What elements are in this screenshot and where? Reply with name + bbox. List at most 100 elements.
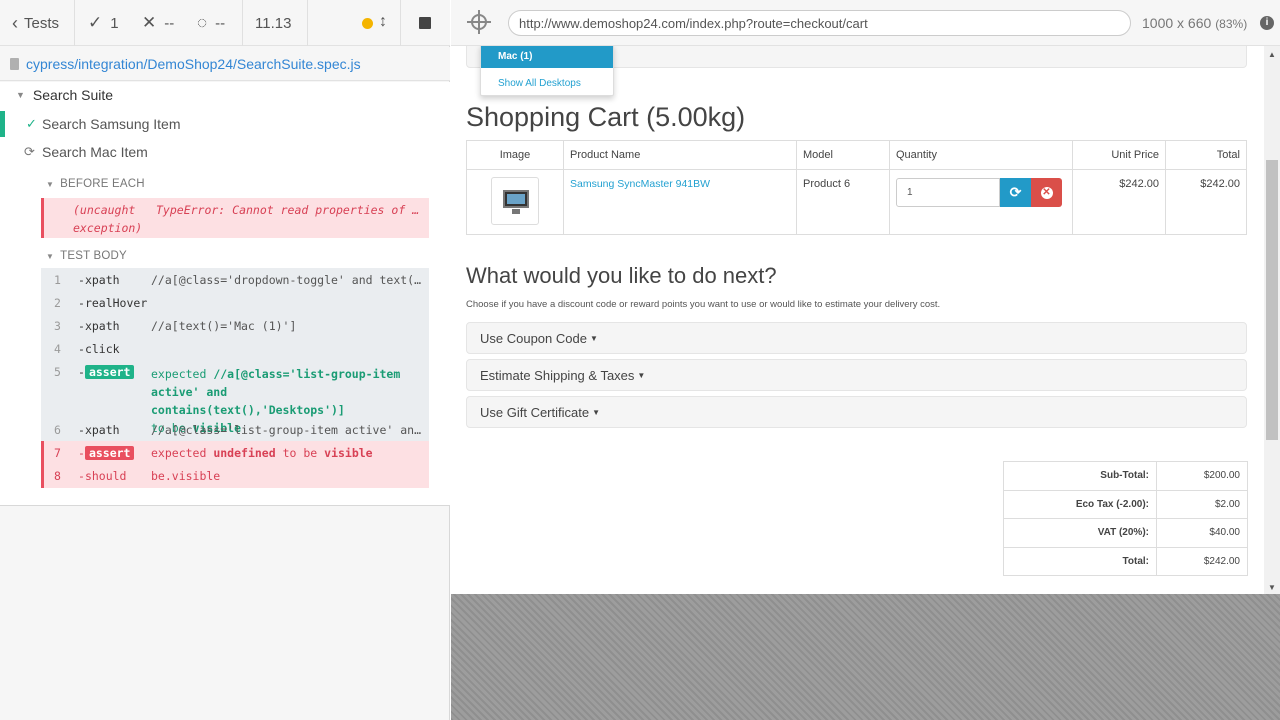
update-quantity-button[interactable]: ⟳ <box>1000 178 1031 207</box>
cart-table: Image Product Name Model Quantity Unit P… <box>466 140 1247 235</box>
command-number: 3 <box>54 319 61 333</box>
msg-part: to be <box>282 446 318 460</box>
quantity-input[interactable]: 1 <box>896 178 1000 207</box>
product-model: Product 6 <box>796 169 890 235</box>
chevron-left-icon: ‹ <box>12 12 18 33</box>
table-row: Samsung SyncMaster 941BW Product 6 1 ⟳ ✕… <box>466 169 1247 235</box>
msg-part: expected <box>151 446 207 460</box>
tests-back-button[interactable]: ‹ Tests <box>12 0 59 46</box>
spec-path-link[interactable]: cypress/integration/DemoShop24/SearchSui… <box>26 56 361 72</box>
command-number: 6 <box>54 423 61 437</box>
command-number: 4 <box>54 342 61 356</box>
desktops-dropdown: Mac (1) Show All Desktops <box>480 46 614 96</box>
reporter-panel: ‹ Tests ✓ 1 ✕ -- ◌ -- 11.13 ↕ cypress/in… <box>0 0 450 720</box>
totals-row: Eco Tax (-2.00): $2.00 <box>1003 489 1248 519</box>
column-header: Quantity <box>889 140 1073 170</box>
divider <box>74 0 75 46</box>
column-header: Unit Price <box>1072 140 1166 170</box>
product-name-link[interactable]: Samsung SyncMaster 941BW <box>570 178 710 190</box>
passed-indicator <box>0 111 5 137</box>
spec-path-bar: cypress/integration/DemoShop24/SearchSui… <box>0 47 450 81</box>
failed-count: -- <box>164 14 175 32</box>
scroll-down-icon[interactable]: ▼ <box>1268 583 1276 592</box>
suite-title[interactable]: ▼ Search Suite <box>16 87 113 103</box>
command-number: 5 <box>54 365 61 379</box>
error-kind: (uncaught exception) <box>73 201 153 237</box>
command-number: 1 <box>54 273 61 287</box>
tests-label: Tests <box>24 14 60 32</box>
product-thumbnail[interactable] <box>491 177 539 225</box>
command-number: 2 <box>54 296 61 310</box>
test-body-header[interactable]: ▼ TEST BODY <box>46 250 127 262</box>
iframe-scrollbar[interactable]: ▲ ▼ <box>1264 46 1280 594</box>
next-steps-heading: What would you like to do next? <box>466 263 777 288</box>
divider <box>307 0 308 46</box>
totals-label: Eco Tax (-2.00): <box>1003 489 1157 519</box>
totals-row: Total: $242.00 <box>1003 546 1248 576</box>
gift-certificate-panel-toggle[interactable]: Use Gift Certificate ▼ <box>466 396 1247 428</box>
file-icon <box>10 57 19 70</box>
msg-part: undefined <box>213 446 276 460</box>
before-each-label: BEFORE EACH <box>60 178 145 190</box>
totals-row: Sub-Total: $200.00 <box>1003 461 1248 491</box>
stats-bar: ‹ Tests ✓ 1 ✕ -- ◌ -- 11.13 ↕ <box>0 0 450 46</box>
pending-stat: ◌ -- <box>197 0 225 46</box>
panel-title: Use Coupon Code <box>480 331 587 346</box>
stop-button[interactable] <box>419 17 431 29</box>
viewport-overflow-area <box>451 594 1280 720</box>
totals-value: $40.00 <box>1156 518 1248 548</box>
totals-label: Total: <box>1003 546 1157 576</box>
test-title: Search Samsung Item <box>42 116 181 132</box>
totals-label: VAT (20%): <box>1003 518 1157 548</box>
unit-price: $242.00 <box>1072 169 1166 235</box>
shipping-panel-toggle[interactable]: Estimate Shipping & Taxes ▼ <box>466 359 1247 391</box>
passed-stat: ✓ 1 <box>88 0 119 46</box>
msg-part: active' and contains(text(),'Desktops')] <box>151 385 345 417</box>
totals-value: $242.00 <box>1156 546 1248 576</box>
command-name: xpath <box>84 273 120 287</box>
totals-value: $200.00 <box>1156 461 1248 491</box>
uncaught-exception-error[interactable]: (uncaught exception) TypeError: Cannot r… <box>41 198 429 238</box>
command-message: //a[text()='Mac (1)'] <box>151 319 297 333</box>
dropdown-item-mac[interactable]: Mac (1) <box>481 46 613 68</box>
caret-down-icon: ▼ <box>589 334 598 343</box>
msg-part: expected <box>151 367 207 381</box>
command-message: //a[@class='dropdown-toggle' and text()=… <box>151 273 423 287</box>
passed-count: 1 <box>110 14 119 32</box>
duration: 11.13 <box>255 14 292 32</box>
running-indicator-icon <box>362 18 373 29</box>
error-kind-line1: (uncaught <box>73 203 136 217</box>
url-bar[interactable]: http://www.demoshop24.com/index.php?rout… <box>508 10 1131 36</box>
viewport-info: 1000 x 660 (83%) <box>1142 15 1247 31</box>
column-header: Image <box>466 140 564 170</box>
assert-badge: assert <box>84 446 135 460</box>
command-row-assert-passed[interactable]: 5 - assert expected //a[@class='list-grou… <box>41 365 429 435</box>
scroll-up-icon[interactable]: ▲ <box>1268 50 1276 59</box>
quantity-cell: 1 ⟳ ✕ <box>889 169 1073 235</box>
divider <box>400 0 401 46</box>
command-row-failed[interactable]: 8 -should be.visible <box>41 464 429 488</box>
caret-down-icon: ▼ <box>592 408 601 417</box>
command-number: 8 <box>54 469 61 483</box>
show-all-desktops-link[interactable]: Show All Desktops <box>498 78 581 89</box>
divider <box>242 0 243 46</box>
test-item-running[interactable]: ⟳ Search Mac Item <box>0 139 450 165</box>
selector-playground-icon[interactable] <box>467 10 491 34</box>
table-header-row: Image Product Name Model Quantity Unit P… <box>466 140 1247 170</box>
test-item-passed[interactable]: ✓ Search Samsung Item <box>0 111 450 137</box>
check-icon: ✓ <box>88 13 103 32</box>
aut-header: http://www.demoshop24.com/index.php?rout… <box>451 0 1280 46</box>
remove-item-button[interactable]: ✕ <box>1031 178 1062 207</box>
command-message: expected undefined to be visible <box>151 446 423 460</box>
auto-scroll-icon[interactable]: ↕ <box>379 13 387 31</box>
command-row-assert-failed[interactable]: 7 - assert expected undefined to be visib… <box>41 441 429 464</box>
info-icon[interactable]: i <box>1260 16 1274 30</box>
scrollbar-thumb[interactable] <box>1266 160 1278 440</box>
caret-down-icon: ▼ <box>46 179 55 189</box>
check-icon: ✓ <box>26 116 37 131</box>
msg-part: //a[@class='list-group-item <box>213 367 401 381</box>
coupon-panel-toggle[interactable]: Use Coupon Code ▼ <box>466 322 1247 354</box>
before-each-header[interactable]: ▼ BEFORE EACH <box>46 178 145 190</box>
totals-table: Sub-Total: $200.00 Eco Tax (-2.00): $2.00 … <box>1003 461 1248 576</box>
error-message: TypeError: Cannot read properties of un… <box>156 203 426 217</box>
